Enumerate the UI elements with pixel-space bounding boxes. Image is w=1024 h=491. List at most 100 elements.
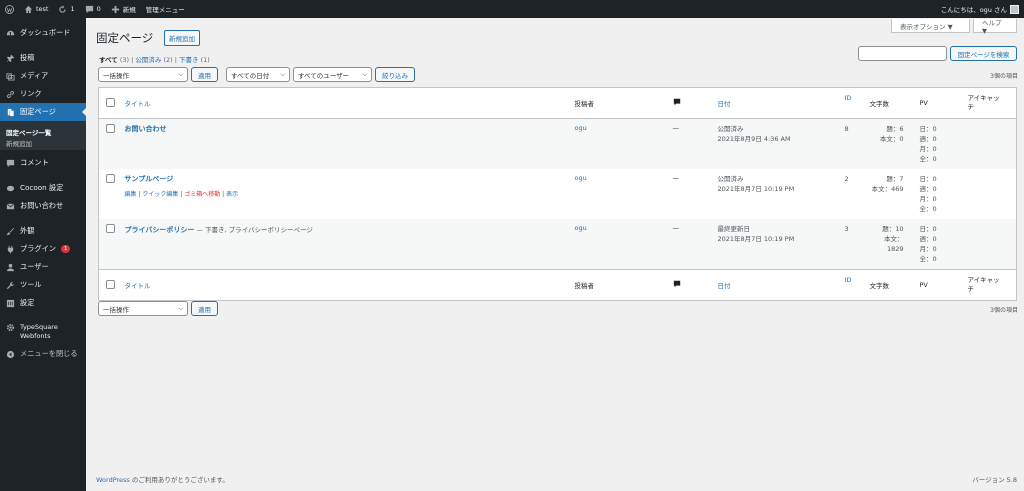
bulk-action-select[interactable]: 一括操作 ⌵	[98, 67, 188, 82]
body-chars: 本文：469	[871, 185, 904, 193]
sidebar-item-contact[interactable]: お問い合わせ	[0, 197, 86, 215]
add-new-page-button[interactable]: 新規追加	[164, 30, 200, 46]
filter-published-link[interactable]: 公開済み	[135, 56, 161, 64]
sidebar-item-label: 固定ページ	[20, 107, 56, 116]
comment-count: —	[672, 124, 680, 132]
pv-month: 月：0	[919, 245, 937, 253]
cocoon-icon	[6, 185, 15, 191]
main-content: 表示オプション ▼ ヘルプ ▼ 固定ページ 新規追加 すべて (3) | 公開済…	[86, 18, 1024, 491]
sidebar-item-settings[interactable]: 設定	[0, 294, 86, 312]
sidebar-item-cocoon[interactable]: Cocoon 設定	[0, 179, 86, 197]
sidebar-item-pages[interactable]: 固定ページ	[0, 103, 86, 121]
pages-table: タイトル 投稿者 日付 ID 文字数 PV アイキャッチ お問い合わせ ogu …	[98, 87, 1017, 301]
user-filter-select[interactable]: すべてのユーザー ⌵	[293, 67, 372, 82]
collapse-icon	[6, 350, 15, 358]
home-icon	[24, 5, 33, 13]
bulk-action-value: 一括操作	[103, 305, 129, 314]
comments-link[interactable]: 0	[80, 0, 106, 18]
column-pv: PV	[915, 87, 964, 119]
draft-count: (1)	[200, 56, 210, 64]
table-row: サンプルページ 編集 | クイック編集 | ゴミ箱へ移動 | 表示 ogu — …	[99, 169, 1017, 219]
row-checkbox[interactable]	[106, 174, 115, 183]
wp-logo-menu[interactable]	[0, 0, 19, 18]
sidebar-item-label: ダッシュボード	[20, 28, 71, 37]
select-all-checkbox-footer[interactable]	[106, 279, 115, 289]
filter-button[interactable]: 絞り込み	[375, 67, 415, 82]
sidebar-item-label: 投稿	[20, 53, 35, 62]
column-eyecatch-line1: アイキャッ	[967, 276, 1000, 284]
filter-draft-link[interactable]: 下書き	[179, 56, 199, 64]
select-all-checkbox[interactable]	[106, 97, 115, 107]
filter-all-link[interactable]: すべて	[99, 56, 118, 64]
admin-menu-link[interactable]: 管理メニュー	[141, 0, 190, 18]
my-account-menu[interactable]: こんにちは、ogu さん	[936, 0, 1024, 18]
sidebar-item-appearance[interactable]: 外観	[0, 222, 86, 240]
page-title-link[interactable]: プライバシーポリシー	[125, 226, 195, 234]
sidebar-item-comments[interactable]: コメント	[0, 154, 86, 172]
collapse-menu-button[interactable]: メニューを閉じる	[0, 345, 86, 363]
wordpress-link[interactable]: WordPress	[96, 476, 130, 484]
media-icon	[6, 72, 15, 81]
search-input[interactable]	[858, 46, 947, 61]
plugin-icon	[7, 245, 14, 254]
column-id-sort[interactable]: ID	[845, 94, 852, 102]
wrench-icon	[6, 281, 15, 289]
bulk-action-select-bottom[interactable]: 一括操作 ⌵	[98, 301, 188, 316]
author-link[interactable]: ogu	[575, 124, 587, 132]
page-title-link[interactable]: サンプルページ	[125, 175, 174, 183]
column-pv-footer: PV	[915, 269, 964, 301]
quick-edit-link[interactable]: クイック編集	[142, 191, 178, 198]
column-id-sort-footer[interactable]: ID	[845, 276, 852, 284]
submenu-add-new[interactable]: 新規追加	[0, 136, 86, 148]
column-date-sort-footer[interactable]: 日付	[718, 282, 731, 290]
sidebar-item-label: コメント	[20, 158, 49, 167]
row-checkbox[interactable]	[106, 224, 115, 233]
link-icon	[6, 90, 15, 98]
body-chars: 本文：1829	[884, 235, 904, 253]
site-name-link[interactable]: test	[19, 0, 53, 18]
apply-button[interactable]: 適用	[191, 67, 218, 82]
all-count: (3)	[119, 56, 130, 64]
page-title-link[interactable]: お問い合わせ	[125, 125, 167, 133]
new-content-link[interactable]: 新規	[106, 0, 141, 18]
sidebar-item-tools[interactable]: ツール	[0, 276, 86, 294]
sidebar-item-users[interactable]: ユーザー	[0, 258, 86, 276]
pv-day: 日：0	[919, 225, 937, 233]
sidebar-item-dashboard[interactable]: ダッシュボード	[0, 24, 86, 42]
column-eyecatch-line2: チ	[967, 103, 975, 111]
column-date-sort[interactable]: 日付	[718, 100, 731, 108]
site-name: test	[36, 5, 49, 13]
pv-week: 週：0	[919, 185, 937, 193]
pv-day: 日：0	[919, 125, 937, 133]
sidebar-item-typesquare[interactable]: TypeSquare Webfonts	[0, 319, 86, 345]
apply-button-bottom[interactable]: 適用	[191, 301, 218, 316]
sidebar-item-links[interactable]: リンク	[0, 85, 86, 103]
sidebar-item-label: TypeSquare Webfonts	[20, 323, 58, 340]
sidebar-item-posts[interactable]: 投稿	[0, 49, 86, 67]
status-filter-links: すべて (3) | 公開済み (2) | 下書き (1)	[99, 56, 210, 64]
help-button[interactable]: ヘルプ ▼	[973, 19, 1017, 35]
view-link[interactable]: 表示	[226, 191, 238, 198]
chevron-down-icon: ⌵	[280, 71, 285, 78]
date-filter-select[interactable]: すべての日付 ⌵	[226, 67, 290, 82]
date-value: 2021年8月9日 4:36 AM	[717, 135, 791, 143]
admin-sidebar: ダッシュボード 投稿 メディア リンク 固定ページ 固定ページ一覧 新規追加 コ…	[0, 18, 86, 491]
row-checkbox[interactable]	[106, 124, 115, 133]
author-link[interactable]: ogu	[575, 174, 587, 182]
sidebar-item-label: ツール	[20, 280, 42, 289]
page-id: 2	[844, 175, 849, 183]
column-title-sort-footer[interactable]: タイトル	[125, 282, 151, 290]
sidebar-item-media[interactable]: メディア	[0, 67, 86, 85]
trash-link[interactable]: ゴミ箱へ移動	[184, 191, 220, 198]
submenu-all-pages[interactable]: 固定ページ一覧	[0, 125, 86, 137]
pv-week: 週：0	[919, 235, 937, 243]
updates-count: 1	[70, 5, 75, 13]
search-pages-button[interactable]: 固定ページを検索	[950, 46, 1017, 61]
updates-link[interactable]: 1	[53, 0, 79, 18]
screen-options-button[interactable]: 表示オプション ▼	[891, 19, 970, 33]
eyecatch-cell	[964, 119, 1017, 170]
author-link[interactable]: ogu	[575, 224, 587, 232]
column-title-sort[interactable]: タイトル	[125, 100, 151, 108]
edit-link[interactable]: 編集	[125, 191, 137, 198]
sidebar-item-plugins[interactable]: プラグイン 1	[0, 240, 86, 258]
